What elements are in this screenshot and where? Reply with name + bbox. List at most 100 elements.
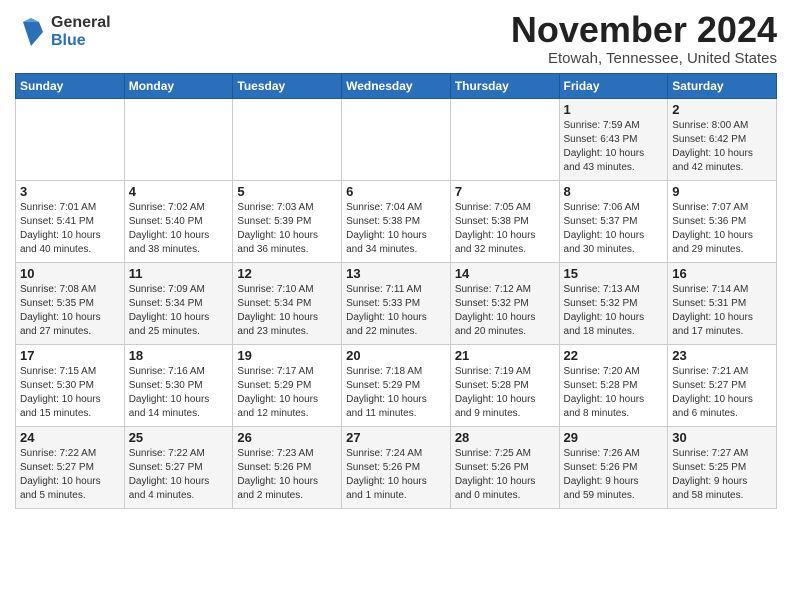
day-number: 5 — [237, 184, 337, 199]
calendar-cell: 24 Sunrise: 7:22 AM Sunset: 5:27 PM Dayli… — [16, 426, 125, 508]
day-info: Sunrise: 7:25 AM Sunset: 5:26 PM Dayligh… — [455, 447, 555, 503]
calendar-table: Sunday Monday Tuesday Wednesday Thursday… — [15, 73, 777, 509]
calendar-cell: 7 Sunrise: 7:05 AM Sunset: 5:38 PM Daylig… — [450, 180, 559, 262]
day-number: 27 — [346, 430, 446, 445]
calendar-cell: 27Sunrise: 7:24 AM Sunset: 5:26 PM Dayli… — [342, 426, 451, 508]
calendar-cell: 13Sunrise: 7:11 AM Sunset: 5:33 PM Dayli… — [342, 262, 451, 344]
day-info: Sunrise: 7:14 AM Sunset: 5:31 PM Dayligh… — [672, 283, 772, 339]
day-info: Sunrise: 7:22 AM Sunset: 5:27 PM Dayligh… — [129, 447, 229, 503]
day-number: 17 — [20, 348, 120, 363]
calendar-cell: 26 Sunrise: 7:23 AM Sunset: 5:26 PM Dayli… — [233, 426, 342, 508]
calendar-cell — [16, 98, 125, 180]
calendar-week-3: 10Sunrise: 7:08 AM Sunset: 5:35 PM Dayli… — [16, 262, 777, 344]
calendar-cell: 25Sunrise: 7:22 AM Sunset: 5:27 PM Dayli… — [124, 426, 233, 508]
calendar-cell: 5Sunrise: 7:03 AM Sunset: 5:39 PM Daylig… — [233, 180, 342, 262]
day-info: Sunrise: 7:09 AM Sunset: 5:34 PM Dayligh… — [129, 283, 229, 339]
day-number: 24 — [20, 430, 120, 445]
calendar-cell: 28 Sunrise: 7:25 AM Sunset: 5:26 PM Dayli… — [450, 426, 559, 508]
calendar-week-2: 3 Sunrise: 7:01 AM Sunset: 5:41 PM Daylig… — [16, 180, 777, 262]
day-info: Sunrise: 7:02 AM Sunset: 5:40 PM Dayligh… — [129, 201, 229, 257]
calendar-cell: 11 Sunrise: 7:09 AM Sunset: 5:34 PM Dayli… — [124, 262, 233, 344]
day-number: 22 — [564, 348, 664, 363]
calendar-cell: 1 Sunrise: 7:59 AM Sunset: 6:43 PM Daylig… — [559, 98, 668, 180]
day-number: 28 — [455, 430, 555, 445]
day-info: Sunrise: 7:22 AM Sunset: 5:27 PM Dayligh… — [20, 447, 120, 503]
day-info: Sunrise: 7:21 AM Sunset: 5:27 PM Dayligh… — [672, 365, 772, 421]
header: General Blue November 2024 Etowah, Tenne… — [15, 10, 777, 67]
day-info: Sunrise: 7:12 AM Sunset: 5:32 PM Dayligh… — [455, 283, 555, 339]
col-sunday: Sunday — [16, 73, 125, 98]
calendar-cell: 29Sunrise: 7:26 AM Sunset: 5:26 PM Dayli… — [559, 426, 668, 508]
header-row: Sunday Monday Tuesday Wednesday Thursday… — [16, 73, 777, 98]
logo-blue: Blue — [51, 32, 111, 50]
col-wednesday: Wednesday — [342, 73, 451, 98]
day-number: 20 — [346, 348, 446, 363]
calendar-cell: 23 Sunrise: 7:21 AM Sunset: 5:27 PM Dayli… — [668, 344, 777, 426]
day-info: Sunrise: 7:05 AM Sunset: 5:38 PM Dayligh… — [455, 201, 555, 257]
logo-text: General Blue — [51, 14, 111, 49]
calendar-cell: 6 Sunrise: 7:04 AM Sunset: 5:38 PM Daylig… — [342, 180, 451, 262]
day-info: Sunrise: 7:16 AM Sunset: 5:30 PM Dayligh… — [129, 365, 229, 421]
calendar-cell: 19Sunrise: 7:17 AM Sunset: 5:29 PM Dayli… — [233, 344, 342, 426]
day-number: 2 — [672, 102, 772, 117]
calendar-week-5: 24 Sunrise: 7:22 AM Sunset: 5:27 PM Dayli… — [16, 426, 777, 508]
day-info: Sunrise: 7:11 AM Sunset: 5:33 PM Dayligh… — [346, 283, 446, 339]
calendar-cell: 16 Sunrise: 7:14 AM Sunset: 5:31 PM Dayli… — [668, 262, 777, 344]
day-number: 7 — [455, 184, 555, 199]
day-info: Sunrise: 7:20 AM Sunset: 5:28 PM Dayligh… — [564, 365, 664, 421]
day-number: 14 — [455, 266, 555, 281]
day-number: 8 — [564, 184, 664, 199]
calendar-cell — [450, 98, 559, 180]
day-number: 21 — [455, 348, 555, 363]
col-tuesday: Tuesday — [233, 73, 342, 98]
day-number: 11 — [129, 266, 229, 281]
day-info: Sunrise: 7:18 AM Sunset: 5:29 PM Dayligh… — [346, 365, 446, 421]
day-number: 15 — [564, 266, 664, 281]
calendar-cell: 20 Sunrise: 7:18 AM Sunset: 5:29 PM Dayli… — [342, 344, 451, 426]
day-number: 23 — [672, 348, 772, 363]
calendar-cell — [233, 98, 342, 180]
day-info: Sunrise: 7:04 AM Sunset: 5:38 PM Dayligh… — [346, 201, 446, 257]
day-number: 12 — [237, 266, 337, 281]
day-number: 1 — [564, 102, 664, 117]
day-info: Sunrise: 7:26 AM Sunset: 5:26 PM Dayligh… — [564, 447, 664, 503]
day-info: Sunrise: 7:59 AM Sunset: 6:43 PM Dayligh… — [564, 119, 664, 175]
calendar-cell: 10Sunrise: 7:08 AM Sunset: 5:35 PM Dayli… — [16, 262, 125, 344]
location: Etowah, Tennessee, United States — [511, 50, 777, 67]
calendar-cell: 14 Sunrise: 7:12 AM Sunset: 5:32 PM Dayli… — [450, 262, 559, 344]
day-info: Sunrise: 7:07 AM Sunset: 5:36 PM Dayligh… — [672, 201, 772, 257]
day-number: 6 — [346, 184, 446, 199]
day-info: Sunrise: 7:17 AM Sunset: 5:29 PM Dayligh… — [237, 365, 337, 421]
day-info: Sunrise: 7:13 AM Sunset: 5:32 PM Dayligh… — [564, 283, 664, 339]
calendar-cell: 30 Sunrise: 7:27 AM Sunset: 5:25 PM Dayli… — [668, 426, 777, 508]
day-info: Sunrise: 7:27 AM Sunset: 5:25 PM Dayligh… — [672, 447, 772, 503]
calendar-cell: 18 Sunrise: 7:16 AM Sunset: 5:30 PM Dayli… — [124, 344, 233, 426]
day-number: 30 — [672, 430, 772, 445]
day-number: 26 — [237, 430, 337, 445]
col-saturday: Saturday — [668, 73, 777, 98]
day-number: 3 — [20, 184, 120, 199]
page-container: General Blue November 2024 Etowah, Tenne… — [0, 0, 792, 514]
calendar-cell: 21Sunrise: 7:19 AM Sunset: 5:28 PM Dayli… — [450, 344, 559, 426]
col-thursday: Thursday — [450, 73, 559, 98]
calendar-cell: 2 Sunrise: 8:00 AM Sunset: 6:42 PM Daylig… — [668, 98, 777, 180]
calendar-cell — [124, 98, 233, 180]
day-number: 9 — [672, 184, 772, 199]
day-number: 16 — [672, 266, 772, 281]
day-info: Sunrise: 7:15 AM Sunset: 5:30 PM Dayligh… — [20, 365, 120, 421]
calendar-week-4: 17 Sunrise: 7:15 AM Sunset: 5:30 PM Dayli… — [16, 344, 777, 426]
day-info: Sunrise: 8:00 AM Sunset: 6:42 PM Dayligh… — [672, 119, 772, 175]
logo-general: General — [51, 14, 111, 32]
col-friday: Friday — [559, 73, 668, 98]
day-info: Sunrise: 7:23 AM Sunset: 5:26 PM Dayligh… — [237, 447, 337, 503]
day-number: 10 — [20, 266, 120, 281]
day-info: Sunrise: 7:01 AM Sunset: 5:41 PM Dayligh… — [20, 201, 120, 257]
title-block: November 2024 Etowah, Tennessee, United … — [511, 10, 777, 67]
day-info: Sunrise: 7:06 AM Sunset: 5:37 PM Dayligh… — [564, 201, 664, 257]
calendar-header: Sunday Monday Tuesday Wednesday Thursday… — [16, 73, 777, 98]
calendar-cell: 15 Sunrise: 7:13 AM Sunset: 5:32 PM Dayli… — [559, 262, 668, 344]
calendar-week-1: 1 Sunrise: 7:59 AM Sunset: 6:43 PM Daylig… — [16, 98, 777, 180]
calendar-cell: 3 Sunrise: 7:01 AM Sunset: 5:41 PM Daylig… — [16, 180, 125, 262]
day-number: 18 — [129, 348, 229, 363]
month-title: November 2024 — [511, 10, 777, 50]
